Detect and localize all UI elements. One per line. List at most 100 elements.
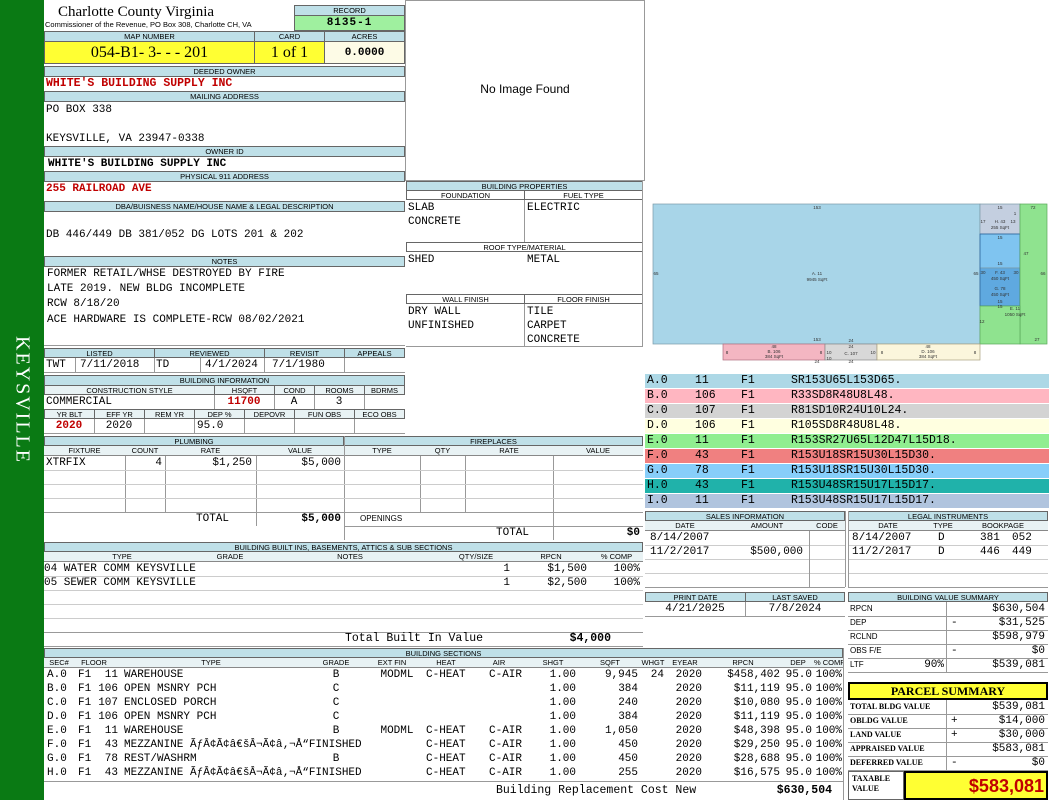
mailing-address-line1: PO BOX 338 <box>46 104 113 116</box>
value-summary-value: $539,081 <box>992 659 1045 671</box>
reviewed-date: 4/1/2024 <box>205 359 258 371</box>
section-shgt: 1.00 <box>549 711 576 723</box>
sketch-area-value: 9945 SqFt <box>807 277 829 282</box>
plumbing-label: PLUMBING <box>44 436 344 446</box>
depovr-label: DEPOVR <box>244 409 295 419</box>
section-air: C-AIR <box>489 739 523 751</box>
legend-floor: F1 <box>741 404 755 417</box>
count-value: 4 <box>155 457 162 469</box>
legend-sec: G.0 <box>647 464 668 477</box>
sketch-dim-label: 24 <box>814 359 820 364</box>
built-in-type-col: TYPE <box>44 552 200 562</box>
value-summary-label: BUILDING VALUE SUMMARY <box>848 592 1048 602</box>
sketch-area-value: 450 SqFt <box>991 276 1010 281</box>
legend-row: H.0 43 F1 R153U48SR15U17L15D17. <box>645 479 1049 493</box>
legend-vectors: R105SD8R48U8L48. <box>791 419 902 432</box>
value-summary-value: $630,504 <box>992 603 1045 615</box>
section-type: REST/WASHRM <box>124 753 197 765</box>
value-summary-divider <box>946 602 947 672</box>
section-dep: 95.0 <box>785 711 812 723</box>
section-shgt: 1.00 <box>549 739 576 751</box>
sections-total-value: $630,504 <box>776 784 832 797</box>
legend-row: G.0 78 F1 R153U18SR15U30L15D30. <box>645 464 1049 478</box>
section-sec: F.0 <box>47 739 67 751</box>
section-code: 106 <box>98 711 118 723</box>
legend-code: 106 <box>695 419 716 432</box>
sketch-dim-label: 10 <box>826 356 832 361</box>
sketch-area-tag: E. 11 <box>1010 306 1021 311</box>
legend-vectors: R153U18SR15U30L15D30. <box>791 449 936 462</box>
section-col-sec: SEC# <box>44 658 74 668</box>
sketch-dim-label: 153 <box>813 205 821 210</box>
taxable-value-box: $583,081 <box>904 771 1048 800</box>
parcel-summary-label: DEFERRED VALUE <box>850 758 923 767</box>
owner-id-label: OWNER ID <box>44 146 405 157</box>
section-code: 43 <box>104 767 118 779</box>
section-grade: B <box>332 753 340 765</box>
legal-instruments-label: LEGAL INSTRUMENTS <box>848 511 1048 521</box>
legend-sec: E.0 <box>647 434 668 447</box>
section-dep: 95.0 <box>785 725 812 737</box>
mailing-address-label: MAILING ADDRESS <box>44 91 405 102</box>
section-floor: F1 <box>78 739 92 751</box>
roof-material-value: METAL <box>527 254 561 266</box>
section-code: 11 <box>104 669 118 681</box>
legal-page: 052 <box>1012 532 1032 544</box>
plumbing-total-value: $5,000 <box>301 513 341 525</box>
fireplace-total-label: TOTAL <box>496 527 530 539</box>
section-floor: F1 <box>78 753 92 765</box>
section-eyear: 2020 <box>675 725 702 737</box>
sections-total-label: Building Replacement Cost New <box>496 784 697 797</box>
deeded-owner-value: WHITE'S BUILDING SUPPLY INC <box>46 77 233 90</box>
section-col-grade: GRADE <box>308 658 364 668</box>
legend-sec: F.0 <box>647 449 668 462</box>
parcel-summary-label: TOTAL BLDG VALUE <box>850 702 931 711</box>
legend-row: C.0 107 F1 R81SD10R24U10L24. <box>645 404 1049 418</box>
section-code: 107 <box>98 697 118 709</box>
section-air: C-AIR <box>489 725 523 737</box>
card-value: 1 of 1 <box>254 41 325 64</box>
eff-yr-value: 2020 <box>105 420 133 432</box>
section-comp: 100% <box>815 711 842 723</box>
built-in-comp: 100% <box>613 577 640 589</box>
section-sqft: 9,945 <box>604 669 638 681</box>
legend-sec: H.0 <box>647 479 668 492</box>
built-in-rpcn-col: RPCN <box>512 552 590 562</box>
yr-blt-value: 2020 <box>55 420 83 432</box>
sketch-dim-label: 12 <box>979 319 985 324</box>
eco-obs-label: ECO OBS <box>354 409 405 419</box>
section-heat: C-HEAT <box>426 767 466 779</box>
roof-type-value: SHED <box>408 254 435 266</box>
built-in-total-value: $4,000 <box>569 632 611 645</box>
section-shgt: 1.00 <box>549 669 576 681</box>
section-floor: F1 <box>78 711 92 723</box>
section-eyear: 2020 <box>675 697 702 709</box>
section-sec: A.0 <box>47 669 67 681</box>
section-eyear: 2020 <box>675 739 702 751</box>
parcel-summary-label: APPRAISED VALUE <box>850 744 925 753</box>
sketch-area-tag: F. 43 <box>995 270 1005 275</box>
value-summary-label: DEP <box>850 618 867 627</box>
legend-floor: F1 <box>741 449 755 462</box>
listed-date: 7/11/2018 <box>80 359 140 371</box>
sketch-dim-label: 13 <box>1010 219 1016 224</box>
section-col-type: TYPE <box>114 658 308 668</box>
section-sqft: 384 <box>618 711 638 723</box>
section-type: OPEN MSNRY PCH <box>124 711 217 723</box>
note-line: RCW 8/18/20 <box>47 298 120 310</box>
legend-sec: I.0 <box>647 494 668 507</box>
floor-finish-value: CARPET <box>527 320 567 332</box>
sketch-dim-label: 10 <box>826 350 832 355</box>
legend-row: F.0 43 F1 R153U18SR15U30L15D30. <box>645 449 1049 463</box>
sketch-area-tag: H. 43 <box>995 219 1006 224</box>
section-grade: B <box>332 725 340 737</box>
sale-amount: $500,000 <box>750 546 803 558</box>
sketch-dim-label: 153 <box>813 337 821 342</box>
section-col-floor: FLOOR <box>74 658 114 668</box>
acres-value: 0.0000 <box>324 41 405 64</box>
value-summary-rule <box>848 672 1048 673</box>
parcel-summary-value: $583,081 <box>992 743 1045 755</box>
fireplace-qty-col: QTY <box>420 446 465 456</box>
legend-code: 11 <box>695 434 709 447</box>
fixture-value: XTRFIX <box>46 457 86 469</box>
